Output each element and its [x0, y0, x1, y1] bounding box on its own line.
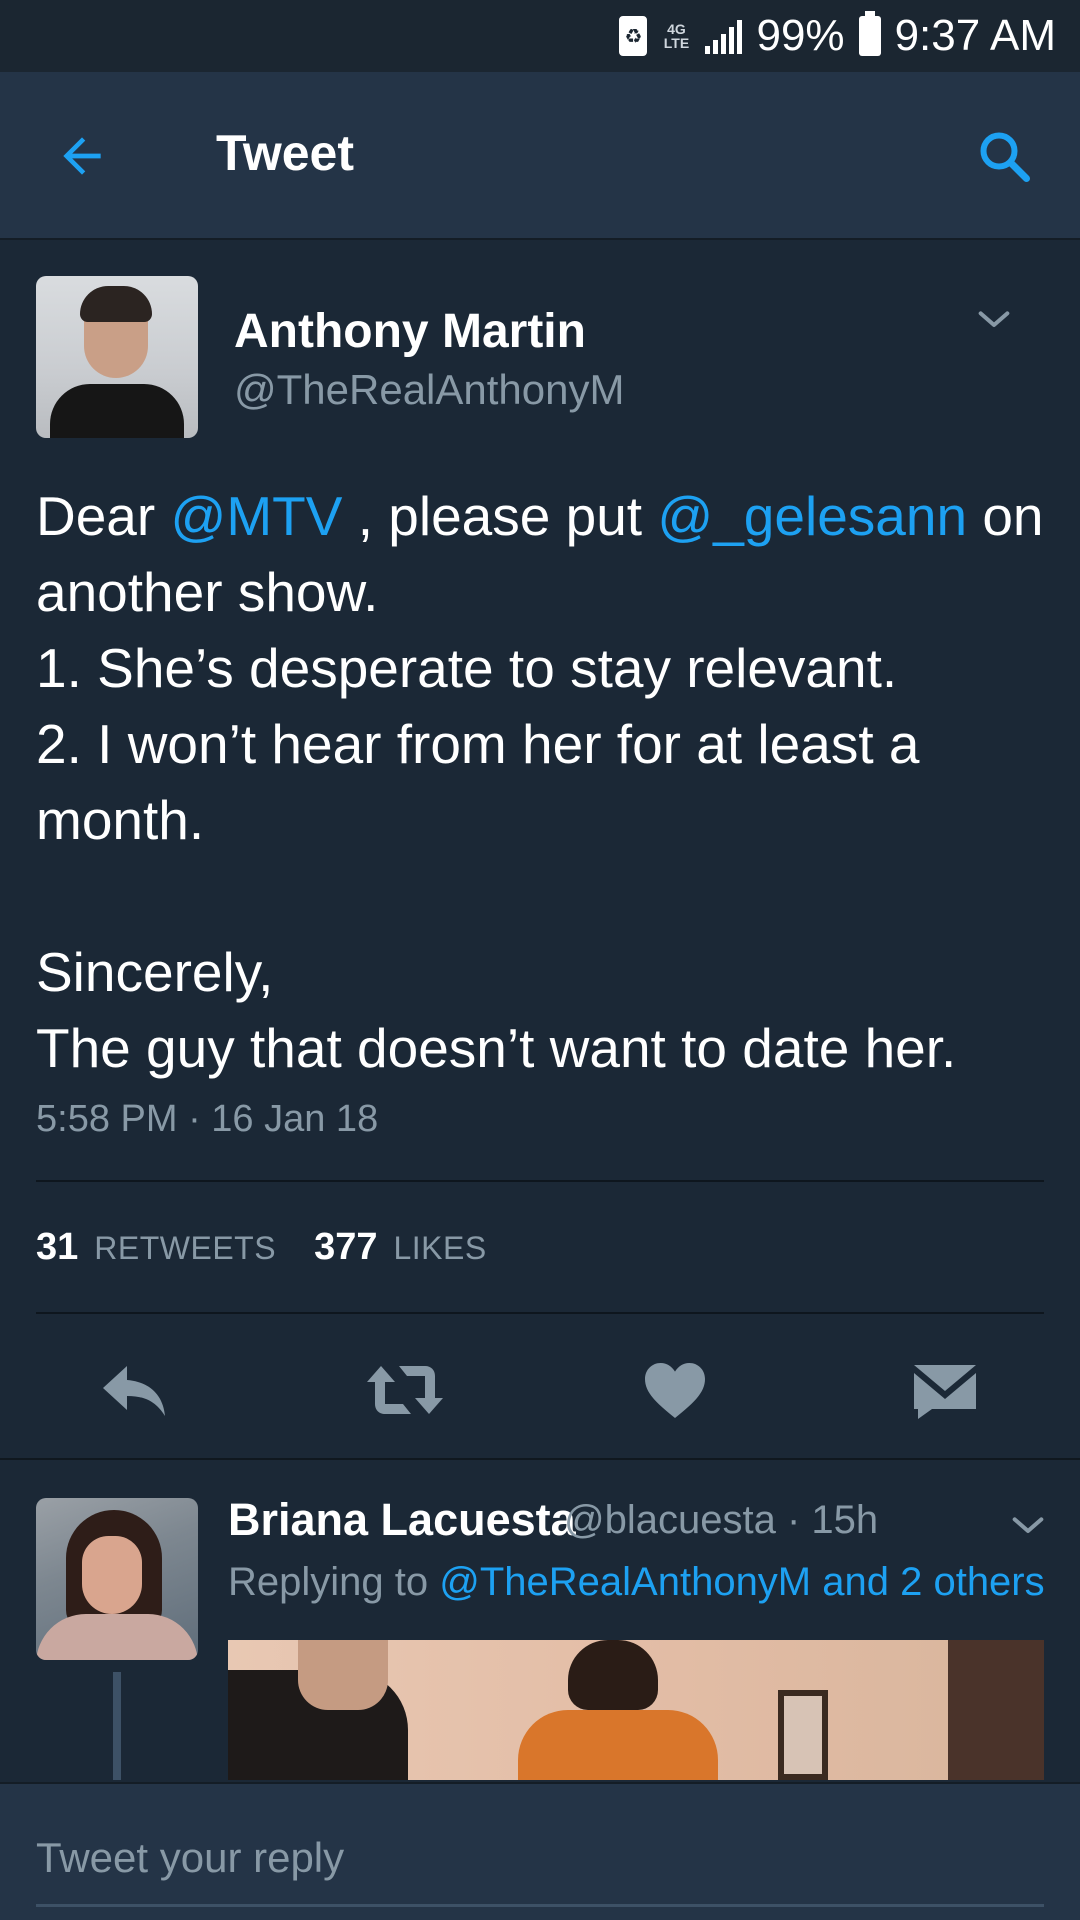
reply-button[interactable]: [90, 1350, 180, 1430]
search-button[interactable]: [972, 124, 1036, 188]
replying-to: Replying to @TheRealAnthonyM and 2 other…: [228, 1560, 1045, 1605]
lte-icon: 4G LTE: [663, 21, 690, 51]
reply-media-image[interactable]: [228, 1640, 1044, 1780]
reply-tweet[interactable]: Briana Lacuesta @blacuesta · 15h Replyin…: [0, 1460, 1080, 1780]
heart-icon: [645, 1363, 705, 1418]
battery-icon: [858, 11, 881, 56]
main-tweet: Anthony Martin @TheRealAnthonyM Dear @MT…: [0, 242, 1080, 1460]
reply-author-avatar[interactable]: [36, 1498, 198, 1660]
retweet-count[interactable]: 31: [36, 1226, 78, 1269]
tweet-stats: 31 RETWEETS 377 LIKES: [36, 1226, 525, 1269]
reply-menu-button[interactable]: [1008, 1506, 1048, 1546]
signal-icon: [705, 18, 743, 54]
reply-input-underline: [36, 1904, 1044, 1907]
author-name[interactable]: Anthony Martin: [234, 304, 586, 359]
chevron-down-icon: [1012, 1517, 1044, 1533]
author-avatar[interactable]: [36, 276, 198, 438]
chevron-down-icon: [978, 311, 1010, 327]
tweet-text-part: on another show. 1. She’s desperate to s…: [36, 485, 1044, 1079]
battery-saver-icon: [619, 16, 648, 56]
tweet-text-part: Dear: [36, 485, 171, 547]
like-button[interactable]: [630, 1350, 720, 1430]
thread-line: [113, 1672, 121, 1780]
mention-link[interactable]: @_gelesann: [657, 485, 967, 547]
tweet-text: Dear @MTV , please put @_gelesann on ano…: [36, 478, 1056, 1086]
clock: 9:37 AM: [894, 11, 1056, 60]
direct-message-button[interactable]: [900, 1350, 990, 1430]
tweet-actions: [0, 1338, 1080, 1448]
status-bar: 4GLTE 99% 9:37 AM: [0, 0, 1080, 72]
author-handle[interactable]: @TheRealAnthonyM: [234, 366, 625, 414]
divider: [36, 1180, 1044, 1182]
reply-composer: Tweet your reply: [0, 1782, 1080, 1920]
replying-to-link[interactable]: @TheRealAnthonyM and 2 others: [439, 1560, 1044, 1604]
reply-handle-time: @blacuesta · 15h: [564, 1498, 879, 1542]
like-label[interactable]: LIKES: [393, 1230, 486, 1267]
tweet-timestamp: 5:58 PM · 16 Jan 18: [36, 1098, 379, 1140]
reply-input[interactable]: Tweet your reply: [36, 1834, 344, 1882]
app-header: Tweet: [0, 72, 1080, 240]
mention-link[interactable]: @MTV: [171, 485, 343, 547]
retweet-button[interactable]: [360, 1350, 450, 1430]
retweet-icon: [367, 1366, 443, 1414]
envelope-icon: [914, 1365, 976, 1419]
reply-icon: [103, 1366, 165, 1416]
battery-percent: 99%: [756, 11, 845, 60]
tweet-text-part: , please put: [342, 485, 658, 547]
arrow-left-icon: [63, 137, 101, 175]
back-button[interactable]: [52, 126, 112, 186]
reply-author-name[interactable]: Briana Lacuesta: [228, 1494, 576, 1546]
search-icon: [980, 132, 1030, 182]
retweet-label[interactable]: RETWEETS: [94, 1230, 276, 1267]
tweet-menu-button[interactable]: [974, 300, 1014, 340]
page-title: Tweet: [216, 125, 354, 181]
replying-prefix: Replying to: [228, 1560, 440, 1604]
divider: [36, 1312, 1044, 1314]
like-count[interactable]: 377: [314, 1226, 377, 1269]
